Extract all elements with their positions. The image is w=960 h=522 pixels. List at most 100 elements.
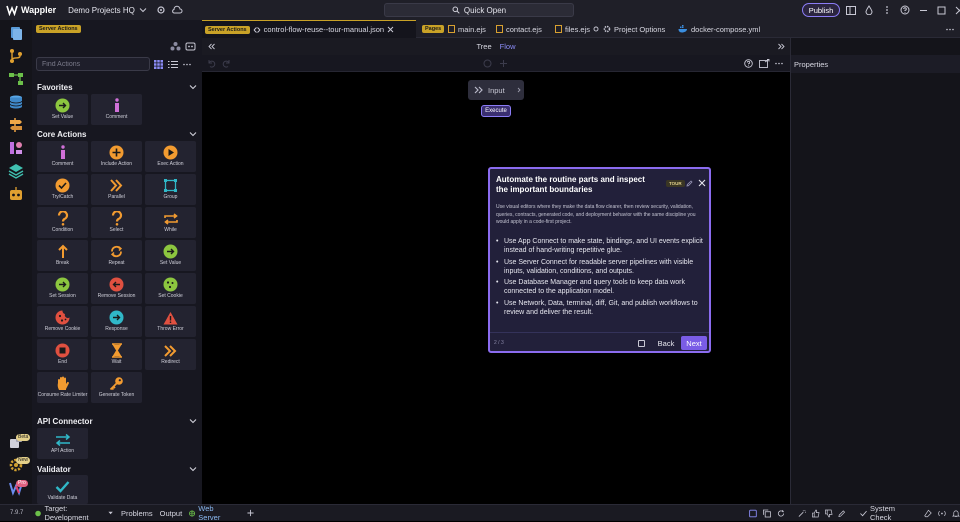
tab-overflow-button[interactable]: [946, 20, 954, 38]
core-actions-section-header[interactable]: Core Actions: [37, 128, 197, 140]
git-activity-icon[interactable]: [6, 46, 26, 66]
ai-assistant-activity-icon[interactable]: [6, 184, 26, 204]
core-remove-cookie-tile[interactable]: Remove Cookie: [37, 306, 88, 337]
favorite-comment-tile[interactable]: Comment: [91, 94, 142, 125]
system-check-button[interactable]: System Check: [860, 504, 912, 522]
edit-icon[interactable]: [838, 509, 846, 518]
output-button[interactable]: Output: [160, 509, 183, 518]
close-tab-icon[interactable]: [387, 26, 394, 33]
core-while-tile[interactable]: While: [145, 207, 196, 238]
core-condition-tile[interactable]: Condition: [37, 207, 88, 238]
maximize-icon[interactable]: [933, 2, 949, 18]
core-break-tile[interactable]: Break: [37, 240, 88, 271]
core-generate-token-tile[interactable]: Generate Token: [91, 372, 142, 403]
favorites-section-header[interactable]: Favorites: [37, 81, 197, 93]
flow-canvas[interactable]: Input Execute Automate the routine parts…: [202, 72, 790, 504]
core-set-cookie-tile[interactable]: Set Cookie: [145, 273, 196, 304]
help-icon[interactable]: [744, 59, 753, 68]
flow-view-tab[interactable]: Flow: [500, 42, 516, 51]
project-settings-icon[interactable]: [153, 2, 169, 18]
target-selector[interactable]: Target: Development: [35, 504, 113, 522]
zoom-reset-icon[interactable]: [483, 59, 492, 68]
design-activity-icon[interactable]: [6, 138, 26, 158]
core-try-catch-tile[interactable]: Try/Catch: [37, 174, 88, 205]
publish-button[interactable]: Publish: [802, 3, 840, 17]
tab-files-ejs[interactable]: files.ejs: [555, 20, 599, 38]
close-icon[interactable]: [951, 2, 960, 18]
tab-main-ejs[interactable]: main.ejs: [448, 20, 486, 38]
find-actions-input[interactable]: [36, 57, 150, 71]
input-node[interactable]: Input: [468, 80, 524, 100]
core-end-tile[interactable]: End: [37, 339, 88, 370]
tab-control-flow-reuse[interactable]: Server Actions control-flow-reuse--tour-…: [202, 20, 416, 38]
panel-toggle-icon[interactable]: [748, 509, 757, 518]
server-connect-activity-icon[interactable]: [6, 69, 26, 89]
tour-back-button[interactable]: Back: [654, 336, 678, 350]
routing-activity-icon[interactable]: [6, 115, 26, 135]
core-repeat-tile[interactable]: Repeat: [91, 240, 142, 271]
redo-icon[interactable]: [222, 59, 231, 68]
magic-wand-icon[interactable]: [798, 509, 807, 518]
thumbs-down-icon[interactable]: [825, 509, 833, 518]
core-select-tile[interactable]: Select: [91, 207, 142, 238]
more-horizontal-icon[interactable]: [775, 62, 783, 65]
eraser-icon[interactable]: [924, 509, 932, 518]
undo-icon[interactable]: [207, 59, 216, 68]
api-action-tile[interactable]: API Action: [37, 428, 88, 459]
core-group-tile[interactable]: Group: [145, 174, 196, 205]
minimize-icon[interactable]: [915, 2, 931, 18]
layout-icon[interactable]: [843, 2, 859, 18]
refresh-icon[interactable]: [777, 509, 785, 518]
files-activity-icon[interactable]: [6, 23, 26, 43]
project-selector[interactable]: Demo Projects HQ: [68, 6, 147, 15]
core-exec-action-tile[interactable]: Exec Action: [145, 141, 196, 172]
core-consume-rate-limiter-tile[interactable]: Consume Rate Limiter: [37, 372, 88, 403]
api-connector-section-header[interactable]: API Connector: [37, 415, 197, 427]
core-set-value-tile[interactable]: Set Value: [145, 240, 196, 271]
tab-docker-compose[interactable]: docker-compose.yml: [678, 20, 760, 38]
pencil-icon[interactable]: [686, 180, 693, 187]
core-include-action-tile[interactable]: Include Action: [91, 141, 142, 172]
execute-button[interactable]: Execute: [481, 105, 511, 117]
tour-next-button[interactable]: Next: [681, 336, 707, 350]
grid-view-icon[interactable]: [154, 59, 163, 69]
favorite-set-value-tile[interactable]: Set Value: [37, 94, 88, 125]
list-view-icon[interactable]: [168, 60, 178, 69]
core-redirect-tile[interactable]: Redirect: [145, 339, 196, 370]
close-icon[interactable]: [698, 179, 706, 187]
robot-icon[interactable]: [185, 41, 196, 51]
component-tree-icon[interactable]: [170, 41, 181, 51]
theme-drop-icon[interactable]: [861, 2, 877, 18]
core-parallel-tile[interactable]: Parallel: [91, 174, 142, 205]
core-remove-session-tile[interactable]: Remove Session: [91, 273, 142, 304]
help-icon[interactable]: [897, 2, 913, 18]
collapse-left-icon[interactable]: [208, 43, 215, 50]
copy-icon[interactable]: [762, 509, 771, 518]
cloud-sync-icon[interactable]: [169, 2, 185, 18]
validate-data-tile[interactable]: Validate Data: [37, 475, 88, 504]
tree-view-tab[interactable]: Tree: [477, 42, 492, 51]
add-icon[interactable]: [247, 509, 254, 517]
layout-flow-icon[interactable]: [499, 59, 508, 68]
web-server-button[interactable]: Web Server: [189, 504, 233, 522]
tab-project-options[interactable]: Project Options: [603, 20, 665, 38]
database-activity-icon[interactable]: [6, 92, 26, 112]
core-comment-tile[interactable]: Comment: [37, 141, 88, 172]
quick-open-button[interactable]: Quick Open: [384, 3, 574, 17]
broadcast-icon[interactable]: [938, 509, 946, 518]
notifications-icon[interactable]: [952, 509, 960, 518]
core-wait-tile[interactable]: Wait: [91, 339, 142, 370]
validator-section-header[interactable]: Validator: [37, 463, 197, 475]
collapse-right-icon[interactable]: [778, 43, 785, 50]
core-response-tile[interactable]: Response: [91, 306, 142, 337]
tab-contact-ejs[interactable]: contact.ejs: [496, 20, 542, 38]
more-horizontal-icon[interactable]: [183, 63, 191, 66]
core-set-session-tile[interactable]: Set Session: [37, 273, 88, 304]
more-vertical-icon[interactable]: [879, 2, 895, 18]
core-throw-error-tile[interactable]: Throw Error: [145, 306, 196, 337]
layers-activity-icon[interactable]: [6, 161, 26, 181]
export-image-icon[interactable]: [759, 59, 770, 68]
thumbs-up-icon[interactable]: [812, 509, 820, 518]
problems-button[interactable]: Problems: [121, 509, 153, 518]
dont-show-again-checkbox[interactable]: [638, 340, 645, 347]
